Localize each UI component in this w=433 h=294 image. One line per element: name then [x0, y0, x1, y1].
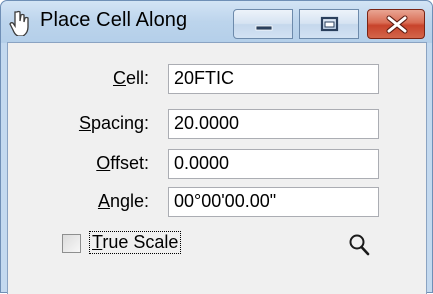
offset-input[interactable]: 0.0000 [168, 149, 379, 179]
window-title: Place Cell Along [40, 9, 188, 31]
minimize-icon [255, 25, 273, 31]
minimize-button[interactable] [233, 9, 293, 39]
close-icon [386, 15, 408, 34]
dialog-client-area: Cell: 20FTIC Spacing: 20.0000 Offset: 0.… [7, 42, 427, 294]
cell-label: Cell: [112, 68, 149, 88]
place-cell-along-window: Place Cell Along Cell: 20FTIC Spacing: 2… [0, 0, 433, 294]
true-scale-label[interactable]: True Scale [89, 231, 182, 254]
hand-cursor-icon [9, 10, 29, 36]
angle-label: Angle: [97, 191, 149, 211]
close-button[interactable] [367, 9, 425, 39]
spacing-label: Spacing: [78, 113, 149, 133]
cell-input[interactable]: 20FTIC [168, 64, 379, 94]
true-scale-checkbox[interactable] [62, 234, 81, 253]
magnifier-icon[interactable] [348, 233, 370, 257]
offset-label: Offset: [96, 153, 149, 173]
maximize-button[interactable] [299, 9, 359, 39]
maximize-icon [320, 16, 339, 32]
title-bar[interactable]: Place Cell Along [1, 1, 432, 43]
spacing-input[interactable]: 20.0000 [168, 109, 379, 139]
angle-input[interactable]: 00°00'00.00" [168, 187, 379, 217]
